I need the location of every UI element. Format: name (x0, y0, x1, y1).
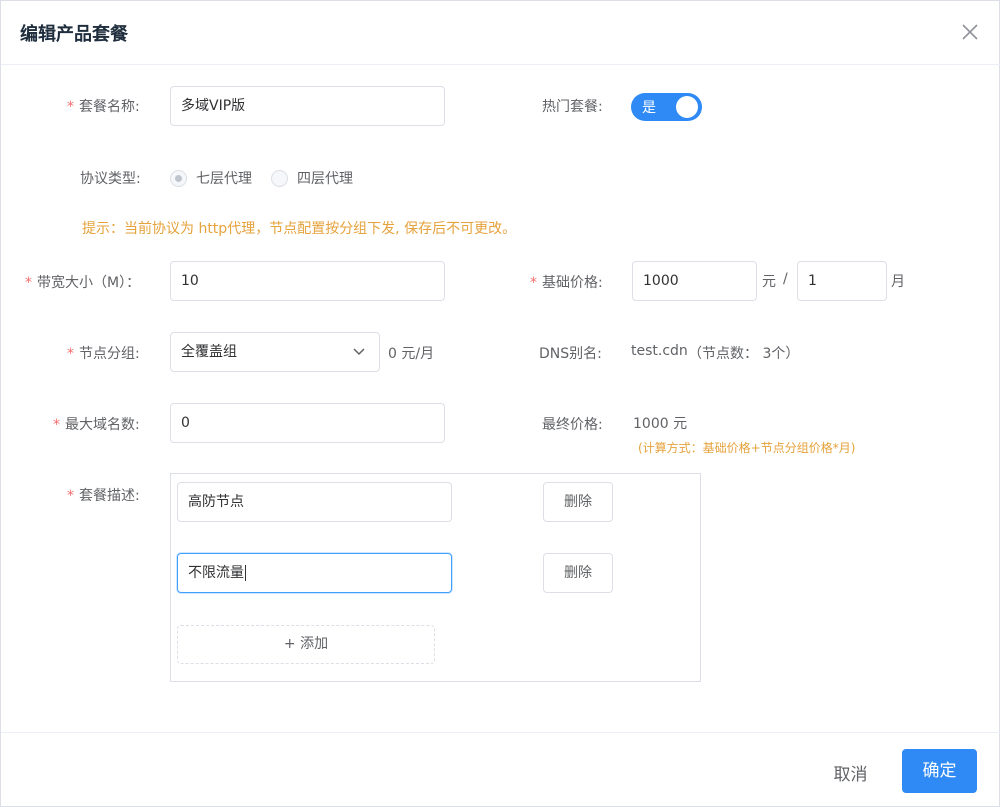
description-label: * 套餐描述: (67, 488, 140, 504)
dialog-header: 编辑产品套餐 (1, 1, 1000, 65)
hot-package-switch[interactable]: 是 (631, 93, 702, 121)
radio-label: 七层代理 (196, 171, 252, 187)
dns-alias-label: DNS别名: (539, 346, 602, 362)
price-formula: (计算方式：基础价格+节点分组价格*月) (638, 441, 856, 455)
switch-knob (676, 96, 698, 118)
protocol-hint: 提示：当前协议为 http代理，节点配置按分组下发, 保存后不可更改。 (82, 221, 517, 237)
base-price-label: * 基础价格: (530, 275, 603, 291)
node-group-price: 0 元/月 (388, 346, 435, 362)
required-mark: * (67, 346, 74, 362)
price-separator: / (783, 271, 788, 287)
hot-package-label: 热门套餐: (542, 99, 603, 115)
required-mark: * (67, 99, 74, 115)
price-unit: 元 (762, 274, 776, 290)
close-icon[interactable] (959, 21, 981, 43)
package-name-label: * 套餐名称: (67, 99, 140, 115)
radio-layer7[interactable]: 七层代理 (170, 168, 252, 188)
bandwidth-label: * 带宽大小（M）： (25, 275, 141, 291)
period-input[interactable]: 1 (797, 261, 887, 301)
required-mark: * (25, 275, 32, 291)
required-mark: * (53, 417, 60, 433)
radio-layer4[interactable]: 四层代理 (271, 168, 353, 188)
delete-button[interactable]: 删除 (543, 553, 613, 593)
chevron-down-icon (353, 348, 365, 356)
radio-label: 四层代理 (297, 171, 353, 187)
description-item-input[interactable]: 不限流量 (177, 553, 452, 593)
radio-circle (271, 169, 288, 187)
node-count: （节点数： 3个） (688, 346, 800, 362)
dialog-title: 编辑产品套餐 (20, 24, 128, 45)
switch-text: 是 (642, 100, 656, 116)
period-unit: 月 (891, 274, 905, 290)
required-mark: * (67, 488, 74, 504)
protocol-label: 协议类型: (80, 171, 141, 187)
required-mark: * (530, 275, 537, 291)
final-price-value: 1000 元 (633, 416, 688, 432)
cancel-button[interactable]: 取消 (813, 760, 888, 785)
add-description-button[interactable]: + 添加 (177, 625, 435, 664)
edit-package-dialog: 编辑产品套餐 * 套餐名称: 多域VIP版 热门套餐: 是 协议类型: 七层代理 … (0, 0, 1000, 807)
base-price-input[interactable]: 1000 (632, 261, 757, 301)
dns-alias-value: test.cdn (631, 343, 688, 359)
bandwidth-input[interactable]: 10 (170, 261, 445, 301)
delete-button[interactable]: 删除 (543, 482, 613, 522)
max-domains-label: * 最大域名数: (53, 417, 140, 433)
node-group-label: * 节点分组: (67, 346, 140, 362)
max-domains-input[interactable]: 0 (170, 403, 445, 443)
radio-circle-checked (170, 169, 187, 187)
package-name-input[interactable]: 多域VIP版 (170, 86, 445, 126)
node-group-select[interactable]: 全覆盖组 (170, 332, 380, 372)
description-item-input[interactable]: 高防节点 (177, 482, 452, 522)
text-caret (245, 565, 246, 581)
confirm-button[interactable]: 确定 (902, 749, 977, 793)
final-price-label: 最终价格: (542, 417, 603, 433)
